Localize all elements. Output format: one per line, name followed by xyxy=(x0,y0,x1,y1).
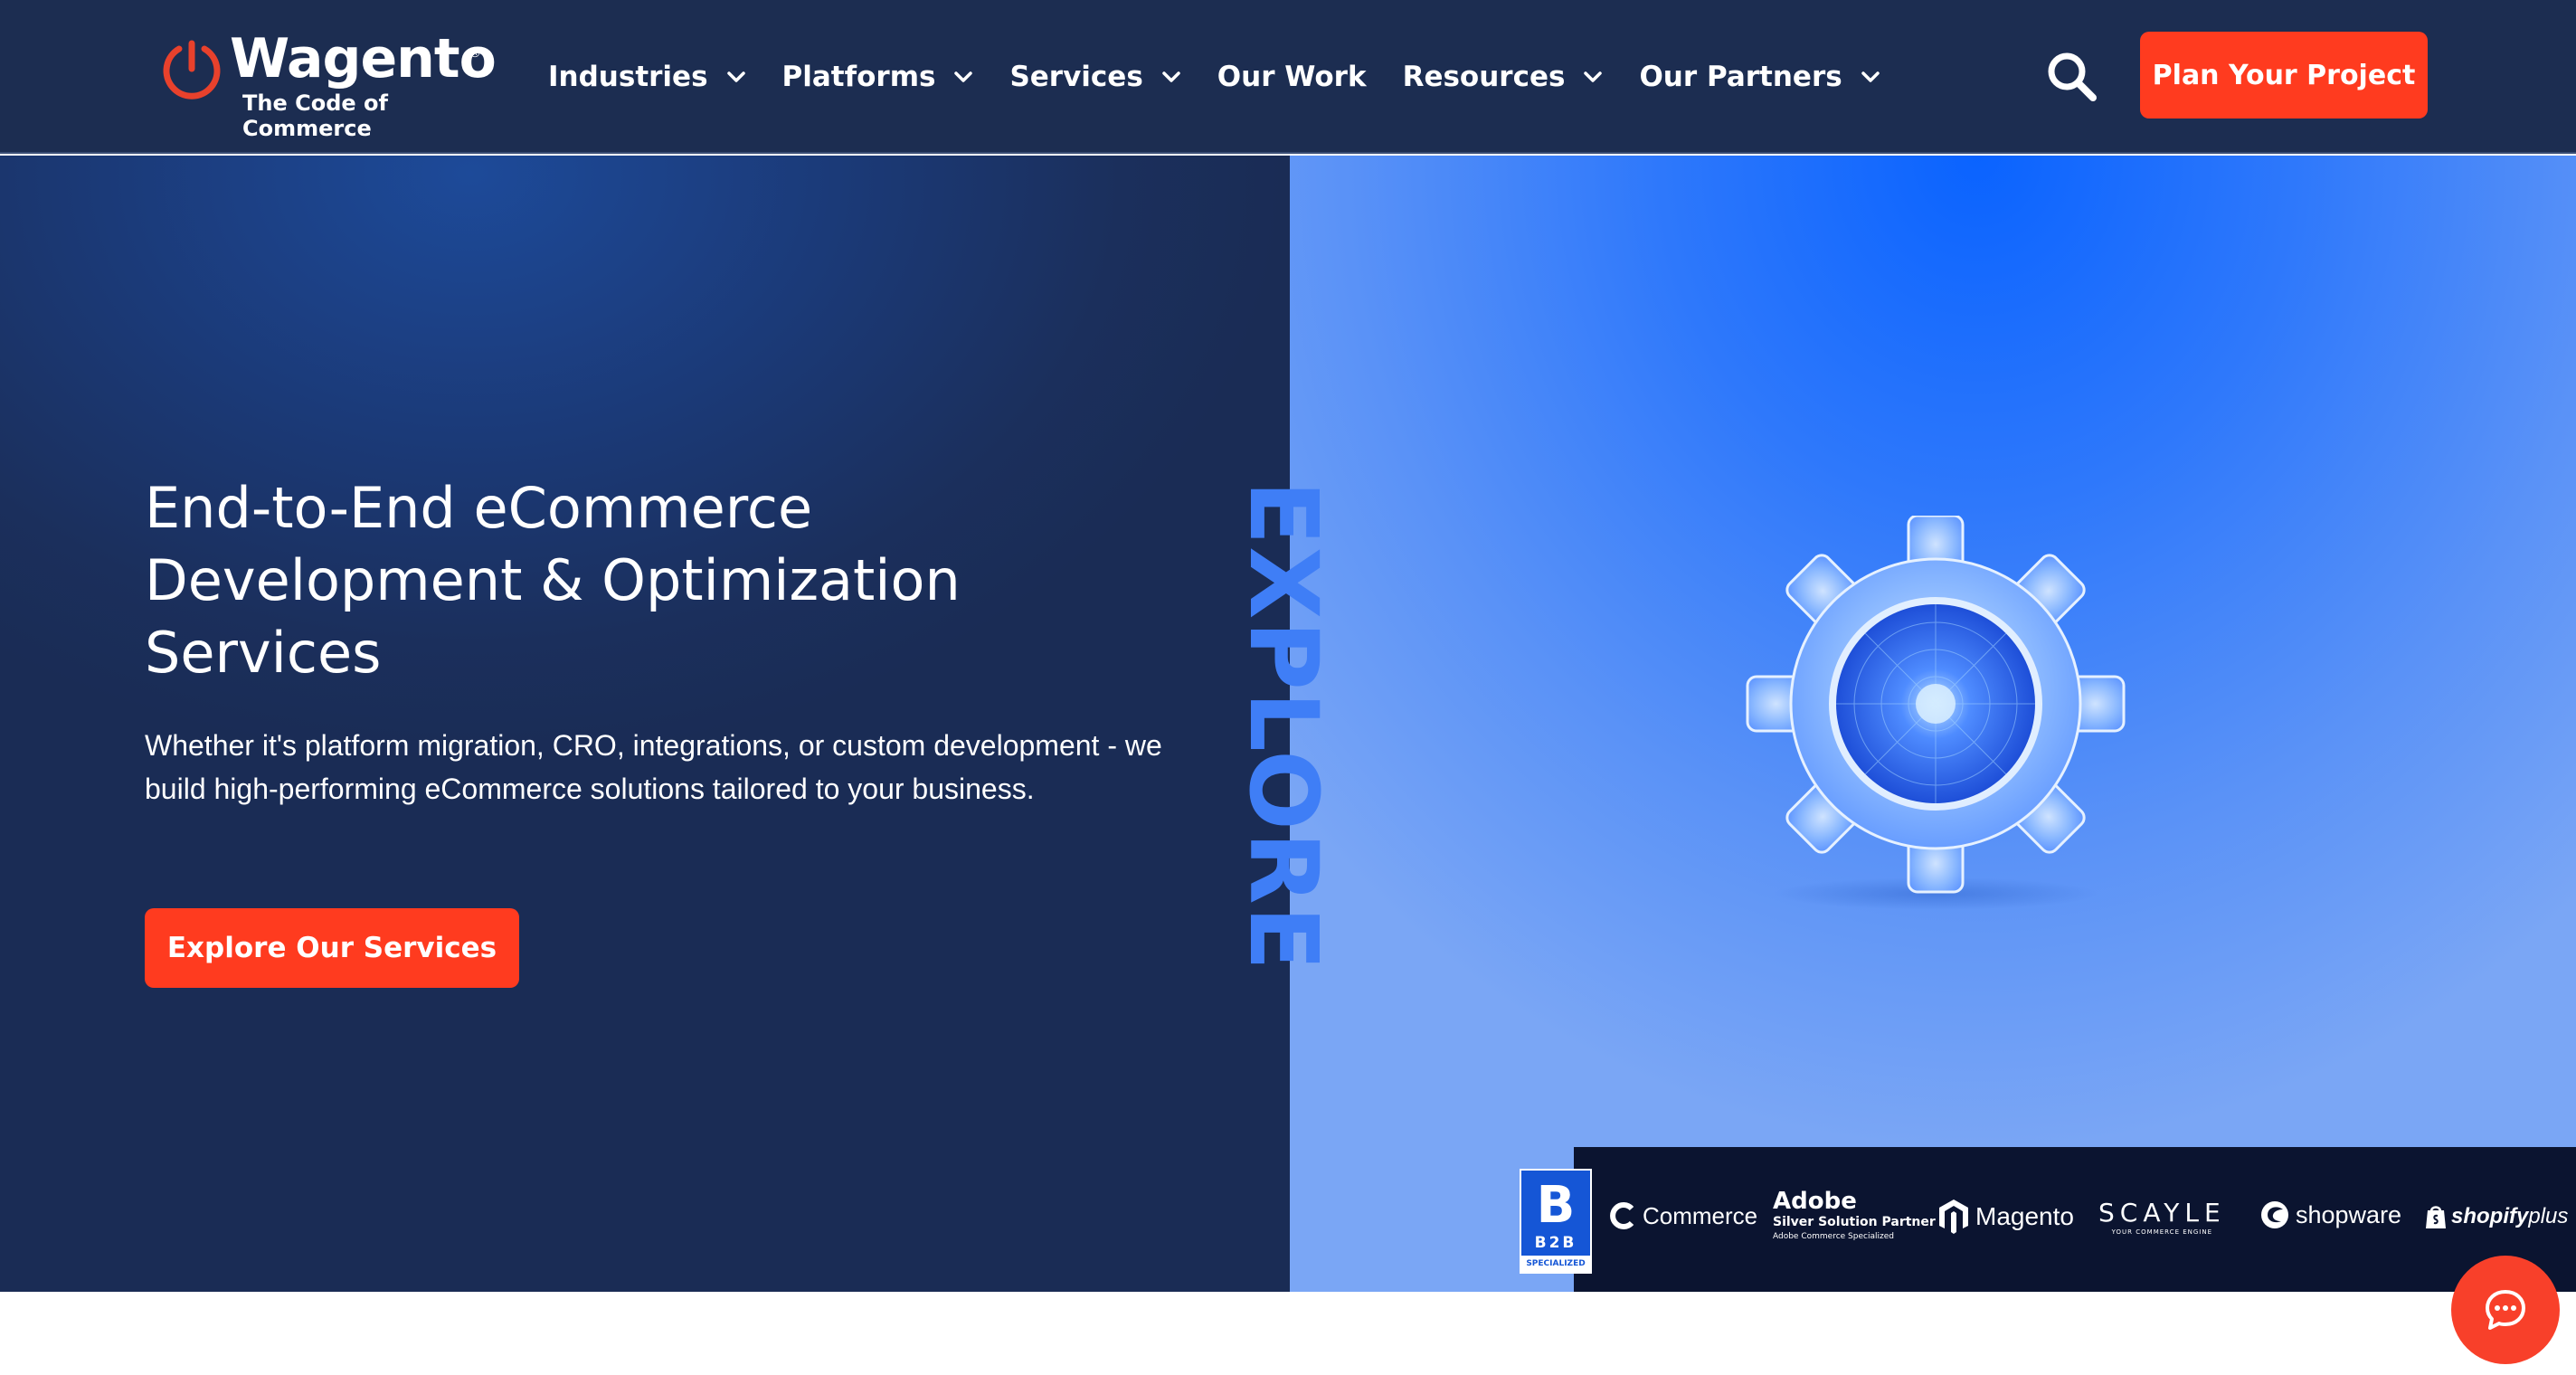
chat-bubble-icon xyxy=(2486,1290,2525,1330)
chevron-down-icon xyxy=(1861,71,1880,82)
nav-item-resources[interactable]: Resources xyxy=(1403,61,1604,93)
explore-our-services-button[interactable]: Explore Our Services xyxy=(145,908,519,988)
gear-icon xyxy=(1746,516,2126,910)
site-header: Wagento ® The Code of Commerce Industrie… xyxy=(0,0,2576,154)
b2b-specialized-label: SPECIALIZED xyxy=(1521,1256,1590,1272)
magento-mark-icon xyxy=(1939,1200,1968,1234)
shopify-bag-icon xyxy=(2426,1206,2446,1228)
wagento-logo[interactable]: Wagento ® The Code of Commerce xyxy=(159,27,497,141)
magento-logo: Magento xyxy=(1937,1198,2074,1236)
magento-logo-text: Magento xyxy=(1975,1202,2074,1230)
power-icon xyxy=(163,40,221,100)
shopware-logo: shopware xyxy=(2259,1200,2401,1230)
nav-item-industries[interactable]: Industries xyxy=(548,61,746,93)
nav-label: Resources xyxy=(1402,61,1566,93)
scayle-tagline: YOUR COMMERCE ENGINE xyxy=(2111,1228,2213,1236)
hero-description: Whether it's platform migration, CRO, in… xyxy=(145,729,1162,805)
nav-label: Our Work xyxy=(1217,61,1367,93)
chevron-down-icon xyxy=(954,71,973,82)
commerce-logo: Commerce xyxy=(1608,1201,1757,1230)
nav-label: Our Partners xyxy=(1639,61,1842,93)
nav-label: Platforms xyxy=(781,61,936,93)
shopify-name: shopify xyxy=(2451,1204,2529,1228)
scayle-name: SCAYLE xyxy=(2098,1198,2226,1228)
chevron-down-icon xyxy=(726,71,745,82)
commerce-logo-text: Commerce xyxy=(1643,1201,1758,1229)
shopify-plus-suffix: plus xyxy=(2528,1204,2569,1228)
logo-wordmark: Wagento xyxy=(230,27,497,90)
shopify-logo-text: shopifyplus xyxy=(2451,1204,2568,1229)
hero-text-panel: End-to-End eCommerce Development & Optim… xyxy=(0,156,1290,1292)
explore-word: EXPLORE xyxy=(1228,480,1340,972)
adobe-partner-logo: Adobe Silver Solution Partner Adobe Comm… xyxy=(1773,1189,1936,1243)
nav-item-services[interactable]: Services xyxy=(1009,61,1180,93)
adobe-name: Adobe xyxy=(1773,1188,1857,1215)
nav-item-our-partners[interactable]: Our Partners xyxy=(1639,61,1880,93)
logo-registered-mark: ® xyxy=(470,45,480,60)
search-icon[interactable] xyxy=(2044,49,2098,103)
nav-label: Services xyxy=(1009,61,1143,93)
explore-vertical-text: EXPLORE xyxy=(1228,480,1339,972)
adobe-specialization: Adobe Commerce Specialized xyxy=(1773,1232,1894,1241)
bigcommerce-b2b-badge: B B2B SPECIALIZED xyxy=(1520,1169,1592,1274)
shopware-logo-text: shopware xyxy=(2296,1200,2402,1228)
b2b-code: B2B xyxy=(1534,1234,1577,1252)
hero-title: End-to-End eCommerce Development & Optim… xyxy=(145,475,961,686)
chevron-down-icon xyxy=(1584,71,1603,82)
nav-item-our-work[interactable]: Our Work xyxy=(1217,61,1367,93)
commerce-mark-icon xyxy=(1610,1202,1634,1229)
logo-tagline: The Code of Commerce xyxy=(242,90,388,141)
scayle-logo: SCAYLE YOUR COMMERCE ENGINE xyxy=(2098,1200,2226,1238)
shopware-mark-icon xyxy=(2261,1201,2288,1228)
b2b-letter: B xyxy=(1536,1176,1576,1235)
nav-item-platforms[interactable]: Platforms xyxy=(782,61,974,93)
chevron-down-icon xyxy=(1162,71,1180,82)
nav-label: Industries xyxy=(548,61,708,93)
plan-your-project-button[interactable]: Plan Your Project xyxy=(2140,32,2428,119)
shopify-plus-logo: shopifyplus xyxy=(2424,1203,2568,1230)
adobe-partner-level: Silver Solution Partner xyxy=(1773,1215,1936,1229)
chat-widget-button[interactable] xyxy=(2451,1256,2560,1364)
main-nav: Industries Platforms Services Our Work R… xyxy=(548,52,1917,101)
